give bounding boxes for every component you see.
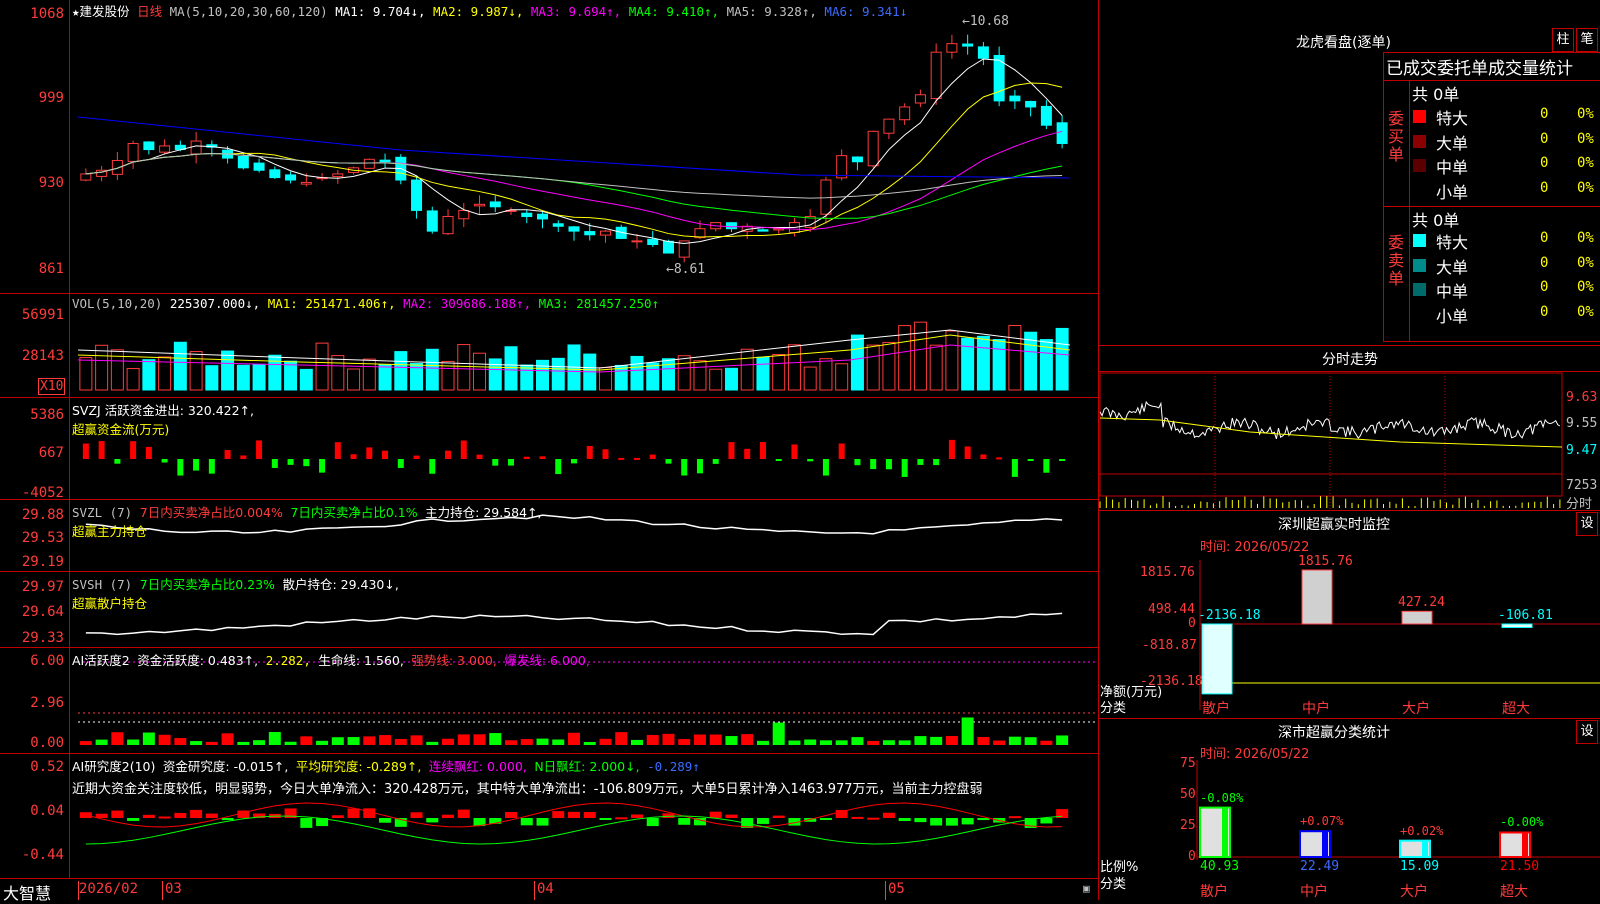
stat-bar-accent xyxy=(1522,832,1528,857)
intraday-frame xyxy=(1099,372,1563,497)
monitor-bar xyxy=(1401,610,1433,625)
intraday-chart[interactable] xyxy=(0,0,1600,900)
stat-bar-accent xyxy=(1322,831,1328,857)
monitor-bar xyxy=(1501,623,1533,628)
stat-bar-accent xyxy=(1222,807,1228,857)
stat-bar-accent xyxy=(1422,840,1428,857)
monitor-bar xyxy=(1301,569,1333,625)
monitor-bar xyxy=(1201,623,1233,695)
